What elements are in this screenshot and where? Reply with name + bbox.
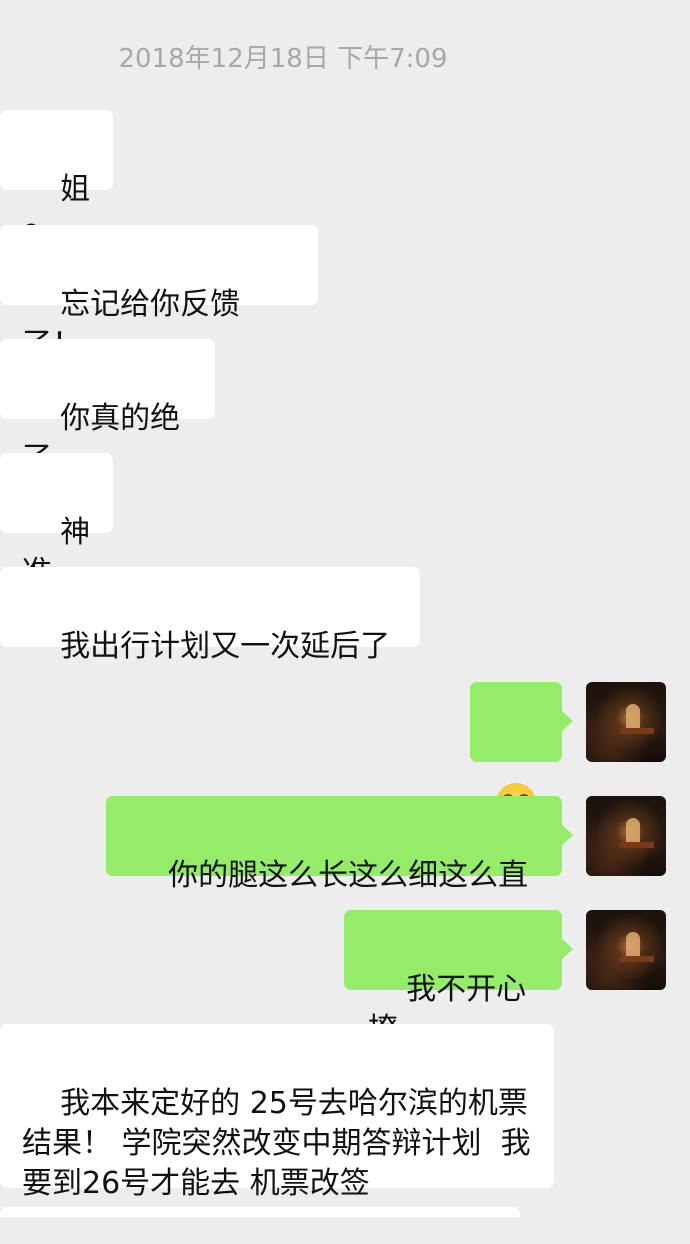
message-bubble-outgoing[interactable]: 你的腿这么长这么细这么直	[106, 796, 573, 893]
message-text: 我本来定好的 25号去哈尔滨的机票 结果！ 学院突然改变中期答辩计划 我要到26…	[22, 1086, 538, 1201]
chat-area: 2018年12月18日 下午7:09 姐～ 忘记给你反馈了！ 你真的绝了 神准 …	[0, 0, 690, 1217]
message-timestamp: 2018年12月18日 下午7:09	[118, 44, 448, 74]
message-bubble-incoming[interactable]: 我出行计划又一次延后了	[0, 567, 420, 664]
message-bubble-outgoing[interactable]: 我不开心撩	[344, 910, 573, 1047]
message-bubble-outgoing[interactable]	[470, 682, 573, 823]
message-text: 你的腿这么长这么细这么直	[168, 858, 529, 893]
message-bubble-incoming[interactable]: 神准	[0, 453, 113, 590]
message-text: 我出行计划又一次延后了	[60, 629, 391, 664]
message-bubble-incoming[interactable]: 我本来定好的 25号去哈尔滨的机票 结果！ 学院突然改变中期答辩计划 我要到26…	[0, 1024, 554, 1201]
user-avatar[interactable]	[586, 682, 666, 762]
user-avatar[interactable]	[586, 910, 666, 990]
message-bubble-incoming[interactable]: 你真的绝了	[0, 339, 215, 476]
message-bubble-incoming[interactable]: 姐～	[0, 110, 113, 247]
next-message-bubble-edge	[0, 1207, 520, 1217]
message-bubble-incoming[interactable]: 忘记给你反馈了！	[0, 225, 318, 362]
user-avatar[interactable]	[586, 796, 666, 876]
